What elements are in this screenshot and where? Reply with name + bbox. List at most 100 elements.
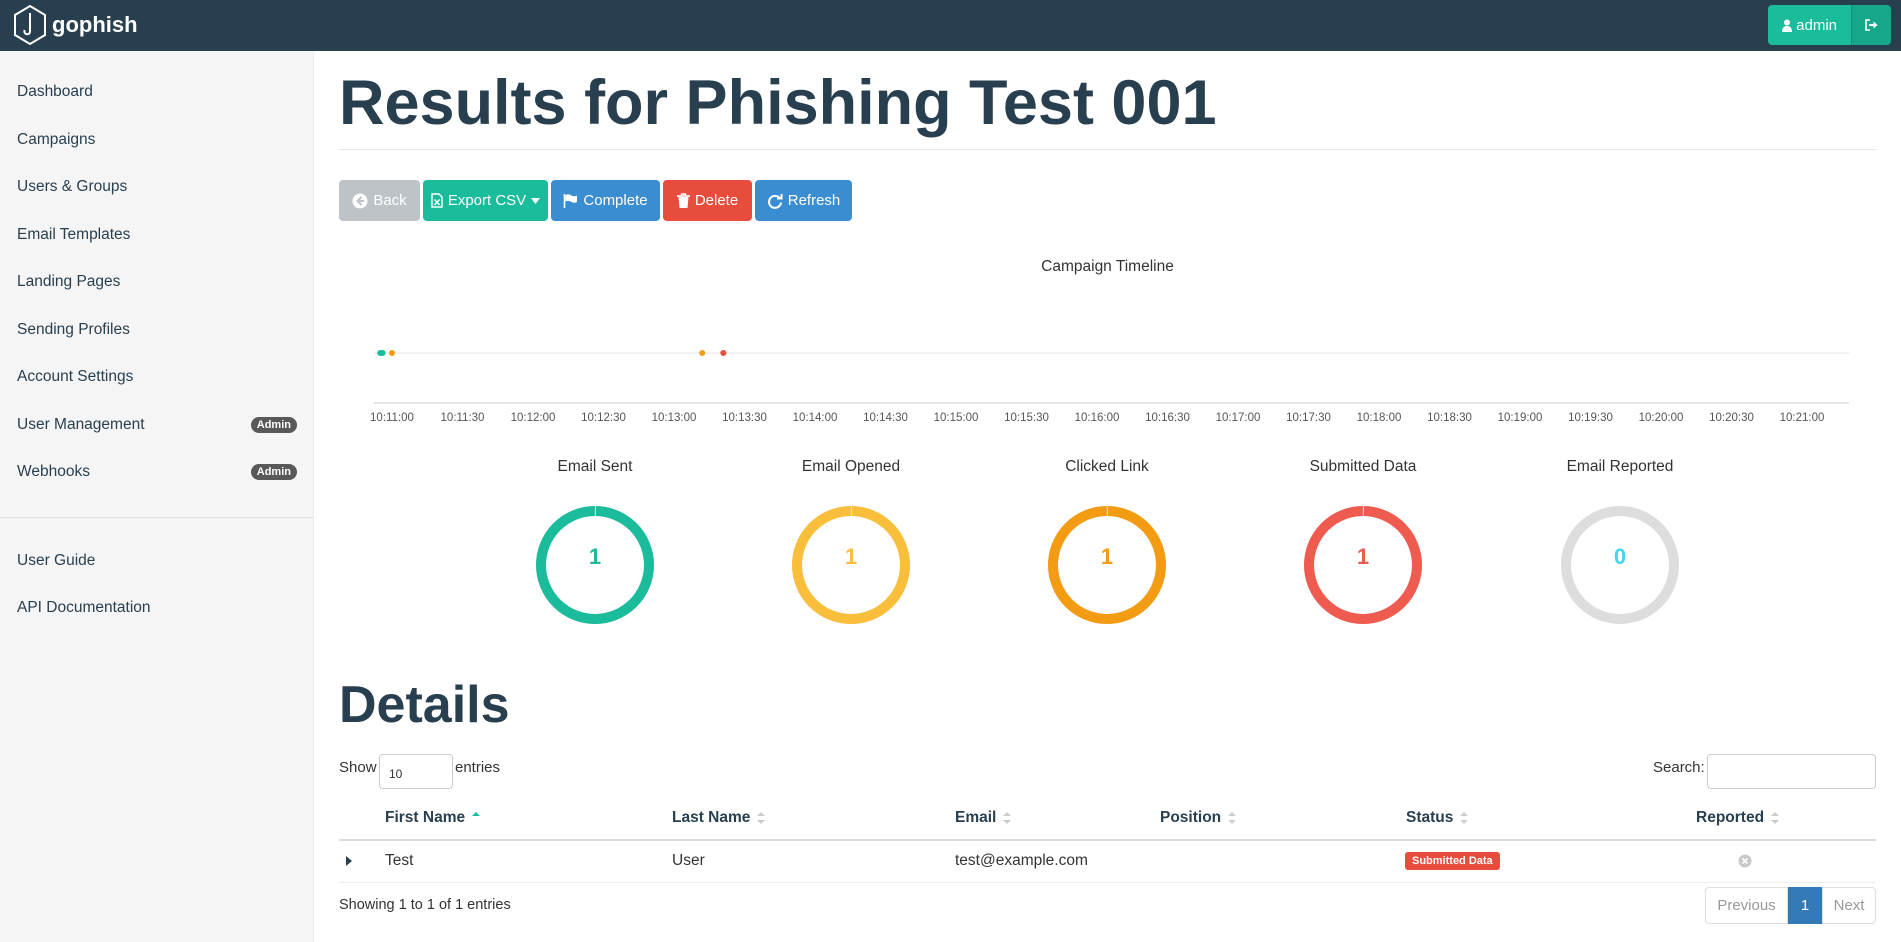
column-header-first-name[interactable]: First Name	[385, 809, 481, 827]
trash-icon	[676, 193, 690, 208]
timeline-tick-label: 10:17:00	[1216, 412, 1261, 424]
table-info: Showing 1 to 1 of 1 entries	[339, 897, 511, 913]
sidebar-item-landing-pages[interactable]: Landing Pages	[17, 269, 297, 295]
column-header-position[interactable]: Position	[1160, 809, 1237, 827]
sidebar-item-label: Email Templates	[17, 226, 131, 243]
complete-label: Complete	[583, 192, 648, 209]
arrow-circle-left-icon	[352, 193, 368, 208]
admin-badge: Admin	[250, 464, 297, 480]
user-icon	[1782, 19, 1793, 32]
complete-button[interactable]: Complete	[551, 180, 660, 221]
timeline-tick-label: 10:15:00	[934, 412, 979, 424]
delete-label: Delete	[694, 192, 739, 209]
sidebar-item-label: Webhooks	[17, 463, 90, 480]
table-header-divider	[339, 839, 1876, 841]
delete-button[interactable]: Delete	[663, 180, 752, 221]
timeline-title: Campaign Timeline	[1041, 258, 1174, 275]
sidebar-item-label: Landing Pages	[17, 273, 121, 290]
sort-icon	[1771, 812, 1780, 824]
refresh-label: Refresh	[787, 192, 841, 209]
page-title: Results for Phishing Test 001	[339, 68, 1217, 138]
sidebar-item-dashboard[interactable]: Dashboard	[17, 79, 297, 105]
sidebar-item-label: User Management	[17, 416, 145, 433]
top-navbar: gophish admin	[0, 0, 1901, 51]
sort-asc-icon	[472, 812, 481, 816]
column-header-email[interactable]: Email	[955, 809, 1012, 827]
timeline-tick-label: 10:13:30	[722, 412, 767, 424]
sort-icon	[1460, 812, 1469, 824]
timeline-tick-label: 10:20:30	[1709, 412, 1754, 424]
timeline-tick-label: 10:19:00	[1498, 412, 1543, 424]
stat-donut: 1	[792, 506, 910, 624]
timeline-tick-label: 10:20:00	[1639, 412, 1684, 424]
stat-donut: 0	[1561, 506, 1679, 624]
stat-donut: 1	[536, 506, 654, 624]
timeline-tick-label: 10:14:00	[793, 412, 838, 424]
column-header-last-name[interactable]: Last Name	[672, 809, 766, 827]
timeline-event-point	[699, 350, 706, 356]
column-header-status[interactable]: Status	[1406, 809, 1469, 827]
stat-value: 1	[1101, 544, 1113, 569]
expand-row-icon[interactable]	[345, 855, 353, 867]
search-input[interactable]	[1707, 754, 1876, 789]
stat-title: Clicked Link	[1065, 458, 1149, 475]
timeline-tick-label: 10:16:00	[1075, 412, 1120, 424]
flag-checkered-icon	[564, 193, 578, 208]
details-title: Details	[339, 676, 510, 734]
sidebar-item-sending-profiles[interactable]: Sending Profiles	[17, 317, 297, 343]
pagination-page-1[interactable]: 1	[1788, 887, 1822, 924]
stat-value: 1	[589, 544, 601, 569]
stat-donut: 1	[1048, 506, 1166, 624]
cell-last-name: User	[672, 852, 705, 869]
stat-value: 0	[1614, 544, 1626, 569]
timeline-event-point	[379, 350, 386, 356]
pagination-next[interactable]: Next	[1822, 887, 1876, 924]
sidebar-item-webhooks[interactable]: Webhooks Admin	[17, 459, 297, 485]
table-row-divider	[339, 882, 1876, 883]
sidebar-item-email-templates[interactable]: Email Templates	[17, 222, 297, 248]
sidebar-item-user-guide[interactable]: User Guide	[17, 548, 297, 574]
export-csv-button[interactable]: Export CSV	[423, 180, 548, 221]
timeline-tick-label: 10:18:00	[1357, 412, 1402, 424]
sign-out-icon	[1864, 19, 1877, 31]
column-header-reported[interactable]: Reported	[1696, 809, 1780, 827]
user-menu: admin	[1768, 5, 1891, 45]
sort-icon	[1003, 812, 1012, 824]
back-button[interactable]: Back	[339, 180, 420, 221]
cell-first-name: Test	[385, 852, 414, 869]
sidebar-divider	[0, 517, 314, 518]
refresh-button[interactable]: Refresh	[755, 180, 852, 221]
admin-badge: Admin	[250, 417, 297, 433]
stat-title: Email Opened	[801, 458, 901, 475]
timeline-tick-label: 10:11:30	[441, 412, 485, 424]
user-button[interactable]: admin	[1768, 5, 1851, 45]
sidebar-item-label: Sending Profiles	[17, 321, 130, 338]
timeline-tick-label: 10:15:30	[1004, 412, 1049, 424]
brand-name: gophish	[52, 12, 138, 37]
sidebar: Dashboard Campaigns Users & Groups Email…	[0, 51, 314, 942]
timeline-tick-label: 10:16:30	[1145, 412, 1190, 424]
cell-email: test@example.com	[955, 852, 1088, 869]
sidebar-item-user-management[interactable]: User Management Admin	[17, 412, 297, 438]
sidebar-item-api-documentation[interactable]: API Documentation	[17, 595, 297, 621]
column-label: Status	[1406, 809, 1454, 826]
logout-button[interactable]	[1851, 5, 1891, 45]
sidebar-item-label: Account Settings	[17, 368, 134, 385]
sidebar-item-users-groups[interactable]: Users & Groups	[17, 174, 297, 200]
sidebar-item-campaigns[interactable]: Campaigns	[17, 127, 297, 153]
column-label: First Name	[385, 809, 466, 826]
sidebar-item-account-settings[interactable]: Account Settings	[17, 364, 297, 390]
timeline-tick-label: 10:18:30	[1427, 412, 1472, 424]
pagination: Previous 1 Next	[1705, 887, 1876, 924]
pagination-previous[interactable]: Previous	[1705, 887, 1788, 924]
timeline-tick-label: 10:17:30	[1286, 412, 1331, 424]
title-divider	[339, 149, 1876, 150]
timeline-tick-label: 10:13:00	[652, 412, 697, 424]
brand[interactable]: gophish	[12, 4, 138, 46]
column-label: Reported	[1696, 809, 1765, 826]
column-label: Position	[1160, 809, 1222, 826]
column-label: Last Name	[672, 809, 751, 826]
file-excel-icon	[431, 193, 443, 208]
timeline-tick-label: 10:21:00	[1780, 412, 1825, 424]
entries-select[interactable]: 10	[379, 754, 453, 789]
